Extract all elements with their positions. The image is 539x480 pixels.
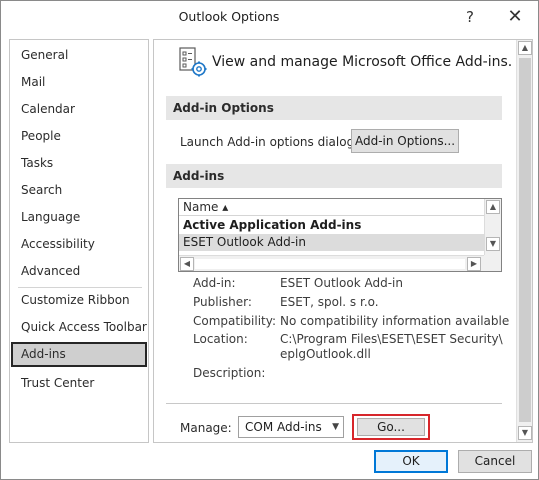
detail-key-publisher: Publisher: bbox=[193, 295, 252, 309]
nav-item-tasks[interactable]: Tasks bbox=[11, 151, 147, 176]
list-vertical-scrollbar[interactable]: ▲ ▼ bbox=[484, 199, 501, 255]
detail-key-description: Description: bbox=[193, 366, 266, 380]
add-ins-panel: View and manage Microsoft Office Add-ins… bbox=[153, 39, 533, 443]
detail-value-publisher: ESET, spol. s r.o. bbox=[280, 295, 379, 309]
nav-item-add-ins[interactable]: Add-ins bbox=[11, 342, 147, 367]
nav-item-customize-ribbon[interactable]: Customize Ribbon bbox=[11, 288, 147, 313]
section-add-in-options: Add-in Options bbox=[166, 96, 502, 120]
nav-item-language[interactable]: Language bbox=[11, 205, 147, 230]
title-bar: Outlook Options ? ✕ bbox=[1, 1, 538, 33]
options-nav: General Mail Calendar People Tasks Searc… bbox=[9, 39, 149, 443]
manage-selected-value: COM Add-ins bbox=[245, 420, 322, 434]
nav-item-calendar[interactable]: Calendar bbox=[11, 97, 147, 122]
manage-dropdown[interactable]: COM Add-ins ▼ bbox=[238, 416, 344, 438]
scroll-up-icon[interactable]: ▲ bbox=[486, 200, 500, 214]
nav-item-advanced[interactable]: Advanced bbox=[11, 259, 147, 284]
list-group-header: Active Application Add-ins bbox=[183, 218, 362, 232]
close-icon: ✕ bbox=[507, 6, 523, 27]
launch-add-in-options-label: Launch Add-in options dialog: bbox=[180, 135, 359, 149]
scroll-right-icon[interactable]: ▶ bbox=[467, 257, 481, 271]
section-add-ins: Add-ins bbox=[166, 164, 502, 188]
help-icon: ? bbox=[466, 8, 474, 26]
go-button-highlight: Go... bbox=[352, 414, 430, 440]
horizontal-scroll-thumb[interactable] bbox=[195, 259, 465, 269]
scroll-corner bbox=[484, 255, 501, 271]
outlook-options-dialog: Outlook Options ? ✕ General Mail Calenda… bbox=[0, 0, 539, 480]
nav-item-quick-access-toolbar[interactable]: Quick Access Toolbar bbox=[11, 315, 147, 340]
divider bbox=[166, 403, 502, 404]
manage-label: Manage: bbox=[180, 421, 232, 435]
scroll-left-icon[interactable]: ◀ bbox=[180, 257, 194, 271]
detail-value-compatibility: No compatibility information available bbox=[280, 314, 510, 328]
nav-item-accessibility[interactable]: Accessibility bbox=[11, 232, 147, 257]
panel-scroll-thumb[interactable] bbox=[519, 58, 531, 422]
ok-button[interactable]: OK bbox=[374, 450, 448, 473]
nav-item-mail[interactable]: Mail bbox=[11, 70, 147, 95]
nav-item-trust-center[interactable]: Trust Center bbox=[11, 371, 147, 396]
add-ins-list[interactable]: Name ▴ Active Application Add-ins ESET O… bbox=[178, 198, 502, 272]
nav-item-general[interactable]: General bbox=[11, 43, 147, 68]
chevron-down-icon: ▼ bbox=[332, 422, 339, 432]
cancel-button[interactable]: Cancel bbox=[458, 450, 532, 473]
detail-value-location: C:\Program Files\ESET\ESET Security\ bbox=[280, 332, 503, 346]
nav-item-search[interactable]: Search bbox=[11, 178, 147, 203]
add-in-options-button[interactable]: Add-in Options... bbox=[351, 129, 459, 153]
window-title: Outlook Options bbox=[178, 9, 280, 24]
help-button[interactable]: ? bbox=[456, 5, 484, 29]
detail-value-location-line2: eplgOutlook.dll bbox=[280, 347, 371, 361]
name-column-header[interactable]: Name ▴ bbox=[179, 199, 484, 216]
scroll-up-icon[interactable]: ▲ bbox=[518, 41, 532, 55]
go-button[interactable]: Go... bbox=[357, 418, 425, 436]
nav-item-people[interactable]: People bbox=[11, 124, 147, 149]
panel-vertical-scrollbar[interactable]: ▲ ▼ bbox=[516, 40, 532, 442]
add-ins-icon bbox=[179, 47, 207, 77]
detail-key-add-in: Add-in: bbox=[193, 276, 236, 290]
detail-value-add-in: ESET Outlook Add-in bbox=[280, 276, 403, 290]
scroll-down-icon[interactable]: ▼ bbox=[518, 426, 532, 440]
list-item[interactable]: ESET Outlook Add-in bbox=[179, 234, 484, 251]
close-button[interactable]: ✕ bbox=[501, 5, 529, 29]
detail-key-compatibility: Compatibility: bbox=[193, 314, 277, 328]
list-horizontal-scrollbar[interactable]: ◀ ▶ bbox=[179, 255, 484, 271]
detail-key-location: Location: bbox=[193, 332, 248, 346]
scroll-down-icon[interactable]: ▼ bbox=[486, 237, 500, 251]
page-title: View and manage Microsoft Office Add-ins… bbox=[212, 54, 513, 70]
